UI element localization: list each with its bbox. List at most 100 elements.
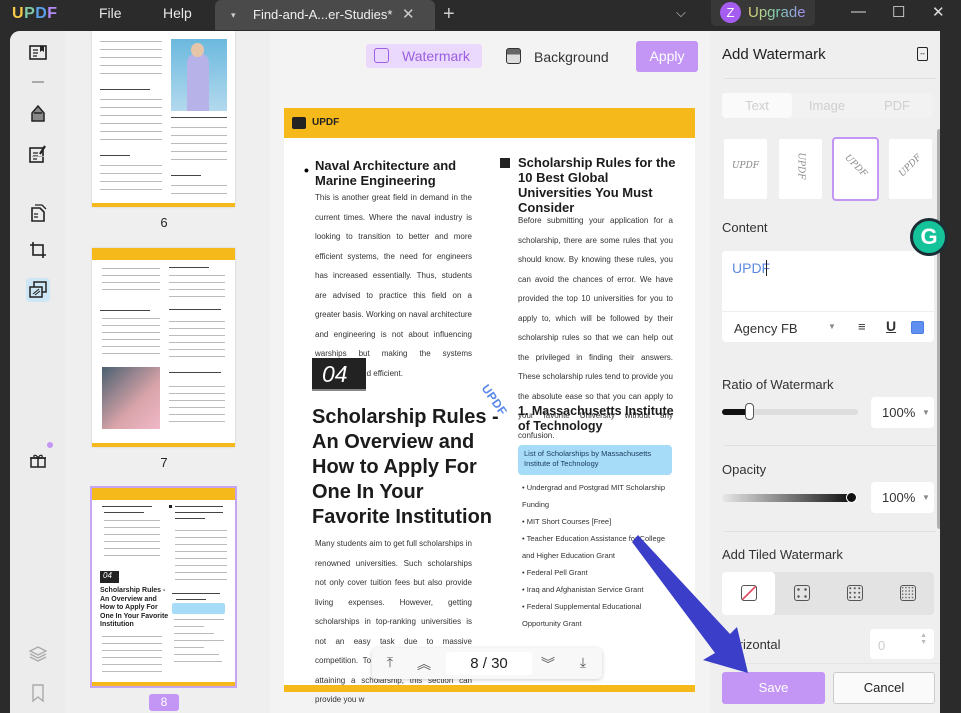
watermark-background-icon[interactable] bbox=[26, 278, 50, 302]
avatar: Z bbox=[720, 2, 741, 23]
document-tab[interactable]: ▾ Find-and-A...er-Studies* ✕ bbox=[215, 0, 435, 30]
tabs-list-chevron-icon[interactable]: ⌵ bbox=[676, 5, 686, 21]
left-toolbar bbox=[10, 31, 65, 713]
tiled-label: Add Tiled Watermark bbox=[722, 547, 843, 562]
main-heading: Scholarship Rules - An Overview and How … bbox=[312, 406, 499, 528]
text-color-swatch[interactable] bbox=[911, 321, 924, 334]
export-template-icon[interactable]: ↔ bbox=[917, 47, 928, 61]
organize-pages-icon[interactable] bbox=[26, 203, 50, 223]
font-dropdown-icon[interactable]: ▼ bbox=[828, 322, 836, 331]
updf-logo-icon bbox=[292, 117, 306, 129]
bullet: • bbox=[304, 162, 309, 178]
style-vertical[interactable]: UPDF bbox=[779, 139, 822, 199]
list-item: • Federal Pell Grant bbox=[522, 568, 588, 577]
thumbnail-photo bbox=[102, 367, 160, 429]
cancel-button[interactable]: Cancel bbox=[833, 672, 935, 704]
opacity-slider[interactable] bbox=[722, 494, 852, 502]
background-tab-button[interactable]: Background bbox=[506, 44, 626, 68]
list-item: • MIT Short Courses [Free] bbox=[522, 517, 612, 526]
previous-page-icon[interactable]: ︽ bbox=[414, 654, 434, 674]
paragraph-scholarships: Many students aim to get full scholarshi… bbox=[315, 539, 472, 704]
crop-icon[interactable] bbox=[26, 240, 50, 260]
style-horizontal[interactable]: UPDF bbox=[724, 139, 767, 199]
grammarly-icon[interactable]: G bbox=[910, 218, 948, 256]
page-thumbnail-8[interactable]: 04 Scholarship Rules - An Overview and H… bbox=[90, 486, 237, 688]
opacity-dropdown[interactable]: 100% ▼ bbox=[871, 482, 934, 513]
background-icon bbox=[506, 48, 521, 64]
horizontal-input[interactable]: 0 ▲ ▼ bbox=[870, 629, 934, 659]
tile-4x4-option[interactable] bbox=[881, 572, 934, 615]
menu-help[interactable]: Help bbox=[163, 5, 192, 21]
page-thumbnail-6[interactable] bbox=[92, 31, 235, 207]
list-item: • Federal Supplemental Educational Oppor… bbox=[522, 602, 642, 628]
page-footer-bar bbox=[284, 685, 695, 692]
edit-icon[interactable] bbox=[26, 144, 50, 164]
watermark-icon bbox=[374, 48, 389, 63]
tile-3x3-option[interactable] bbox=[828, 572, 881, 615]
minimize-icon[interactable]: — bbox=[851, 3, 866, 20]
tab-text[interactable]: Text bbox=[722, 93, 792, 118]
menu-file[interactable]: File bbox=[99, 5, 122, 21]
document-viewer: Watermark Background Apply UPDF • Naval … bbox=[270, 31, 710, 713]
style-diagonal-down[interactable]: UPDF bbox=[832, 137, 879, 201]
heading-mit: 1. Massachusetts Institute of Technology bbox=[518, 404, 674, 433]
tab-title: Find-and-A...er-Studies* bbox=[253, 7, 393, 22]
tab-pdf[interactable]: PDF bbox=[862, 93, 932, 118]
font-select[interactable]: Agency FB bbox=[734, 321, 798, 336]
tab-close-icon[interactable]: ✕ bbox=[402, 5, 415, 23]
gift-icon[interactable] bbox=[26, 449, 50, 469]
new-tab-icon[interactable]: + bbox=[443, 3, 455, 26]
text-cursor bbox=[766, 260, 767, 276]
maximize-icon[interactable]: ☐ bbox=[892, 3, 905, 21]
tab-image[interactable]: Image bbox=[792, 93, 862, 118]
upgrade-button[interactable]: Z Upgrade bbox=[711, 0, 815, 26]
heading-naval: Naval Architecture and Marine Engineerin… bbox=[315, 158, 457, 188]
page-number-input[interactable]: 8 / 30 bbox=[446, 652, 532, 675]
save-button[interactable]: Save bbox=[722, 672, 825, 704]
apply-button[interactable]: Apply bbox=[636, 41, 698, 72]
ratio-dropdown[interactable]: 100% ▼ bbox=[871, 397, 934, 428]
next-page-icon[interactable]: ︾ bbox=[538, 654, 558, 674]
tile-none-option[interactable] bbox=[722, 572, 775, 615]
align-icon[interactable]: ≡ bbox=[858, 319, 866, 334]
page-navigator: ⤒ ︽ 8 / 30 ︾ ⤓ bbox=[372, 648, 602, 679]
toolbar-divider bbox=[32, 156, 44, 157]
heading-scholarship-rules: Scholarship Rules for the 10 Best Global… bbox=[518, 155, 676, 215]
section-number: 04 bbox=[312, 358, 366, 391]
tab-dropdown-icon[interactable]: ▾ bbox=[231, 10, 236, 21]
pdf-page: UPDF • Naval Architecture and Marine Eng… bbox=[284, 108, 695, 704]
thumbnail-panel: 6 7 04 Scholarship Rules - An Overview a… bbox=[65, 31, 270, 713]
square-bullet bbox=[500, 158, 510, 168]
style-diagonal-up[interactable]: UPDF bbox=[889, 139, 932, 199]
horizontal-label: Horizontal bbox=[722, 637, 781, 652]
bookmark-icon[interactable] bbox=[26, 683, 50, 703]
page-thumbnail-7[interactable] bbox=[92, 248, 235, 447]
watermark-panel: Add Watermark ↔ Text Image PDF UPDF UPDF… bbox=[710, 31, 940, 713]
updf-logo: UPDF bbox=[12, 5, 58, 22]
highlight-icon[interactable] bbox=[26, 103, 50, 123]
tiled-options bbox=[722, 572, 934, 615]
last-page-icon[interactable]: ⤓ bbox=[573, 654, 593, 671]
toolbar-divider bbox=[32, 82, 44, 83]
paragraph-naval: This is another great field in demand in… bbox=[315, 193, 472, 378]
opacity-slider-thumb[interactable] bbox=[846, 492, 857, 503]
ratio-slider-thumb[interactable] bbox=[745, 403, 755, 420]
panel-title: Add Watermark bbox=[722, 46, 826, 63]
close-window-icon[interactable]: ✕ bbox=[932, 3, 945, 21]
content-editor[interactable]: UPDF Agency FB ▼ ≡ U bbox=[722, 251, 934, 342]
first-page-icon[interactable]: ⤒ bbox=[380, 654, 400, 671]
thumbnail-number-block: 04 bbox=[100, 571, 119, 583]
underline-icon[interactable]: U bbox=[886, 318, 896, 334]
ratio-label: Ratio of Watermark bbox=[722, 377, 834, 392]
watermark-tab-button[interactable]: Watermark bbox=[366, 44, 482, 68]
panel-footer: Save Cancel bbox=[710, 663, 940, 713]
page-number-label: 6 bbox=[160, 215, 168, 230]
reader-icon[interactable] bbox=[26, 43, 50, 63]
page-header: UPDF bbox=[284, 108, 695, 138]
tile-2x2-option[interactable] bbox=[775, 572, 828, 615]
opacity-label: Opacity bbox=[722, 462, 767, 477]
content-input[interactable]: UPDF bbox=[732, 260, 770, 276]
window-edge bbox=[940, 31, 961, 713]
layers-icon[interactable] bbox=[26, 643, 50, 663]
divider bbox=[724, 78, 936, 79]
